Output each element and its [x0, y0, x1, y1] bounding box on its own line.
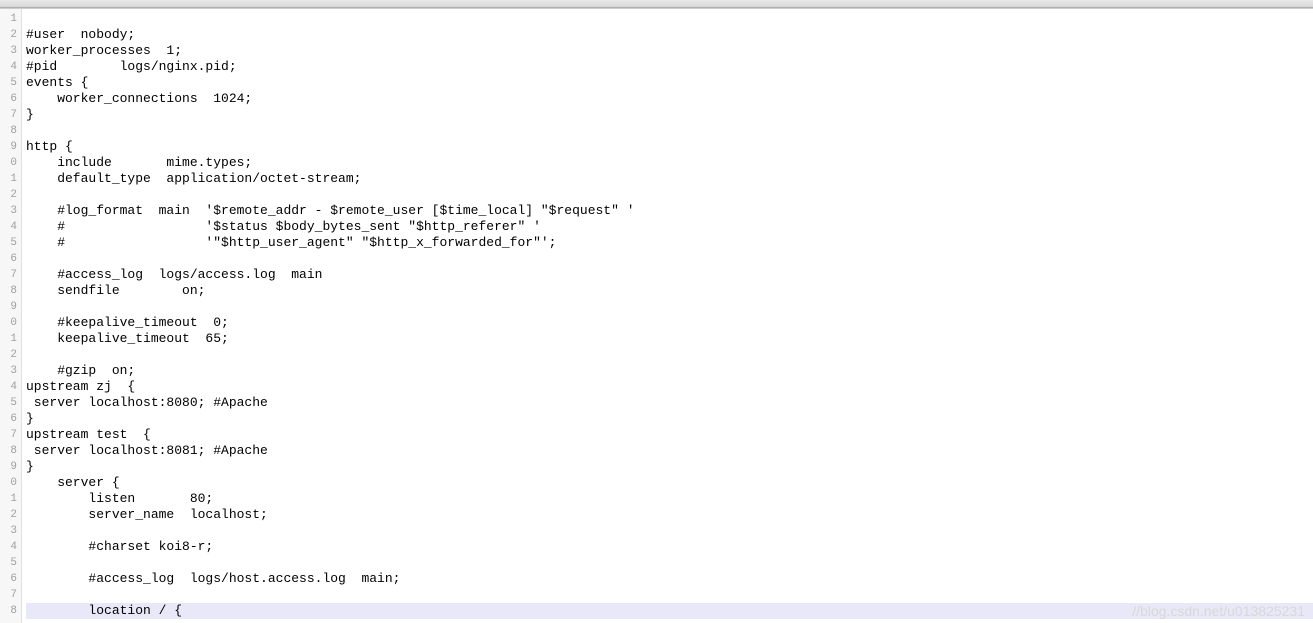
code-line[interactable]: server_name localhost;	[26, 507, 1313, 523]
line-number: 9	[0, 459, 17, 475]
code-line[interactable]: location / {	[26, 603, 1313, 619]
line-number: 2	[0, 507, 17, 523]
line-number: 1	[0, 331, 17, 347]
code-line[interactable]: worker_connections 1024;	[26, 91, 1313, 107]
code-line[interactable]	[26, 523, 1313, 539]
code-line[interactable]	[26, 347, 1313, 363]
line-number: 4	[0, 59, 17, 75]
code-line[interactable]: upstream test {	[26, 427, 1313, 443]
line-number: 2	[0, 347, 17, 363]
code-line[interactable]: sendfile on;	[26, 283, 1313, 299]
line-number: 3	[0, 203, 17, 219]
line-number: 6	[0, 91, 17, 107]
code-line[interactable]: #access_log logs/host.access.log main;	[26, 571, 1313, 587]
line-number-gutter: 12345678901234567890123456789012345678	[0, 9, 22, 623]
tab-bar	[0, 0, 1313, 8]
line-number: 7	[0, 107, 17, 123]
line-number: 4	[0, 539, 17, 555]
line-number: 5	[0, 235, 17, 251]
code-line[interactable]: #charset koi8-r;	[26, 539, 1313, 555]
code-line[interactable]: #pid logs/nginx.pid;	[26, 59, 1313, 75]
line-number: 1	[0, 171, 17, 187]
editor: 12345678901234567890123456789012345678 #…	[0, 8, 1313, 623]
line-number: 4	[0, 219, 17, 235]
code-line[interactable]	[26, 11, 1313, 27]
code-line[interactable]: #log_format main '$remote_addr - $remote…	[26, 203, 1313, 219]
line-number: 2	[0, 27, 17, 43]
line-number: 6	[0, 571, 17, 587]
line-number: 6	[0, 251, 17, 267]
line-number: 8	[0, 443, 17, 459]
line-number: 8	[0, 603, 17, 619]
line-number: 6	[0, 411, 17, 427]
line-number: 7	[0, 587, 17, 603]
line-number: 7	[0, 267, 17, 283]
code-line[interactable]: default_type application/octet-stream;	[26, 171, 1313, 187]
code-area[interactable]: #user nobody;worker_processes 1;#pid log…	[22, 9, 1313, 623]
code-line[interactable]: #access_log logs/access.log main	[26, 267, 1313, 283]
code-line[interactable]: events {	[26, 75, 1313, 91]
line-number: 9	[0, 299, 17, 315]
code-line[interactable]: worker_processes 1;	[26, 43, 1313, 59]
code-line[interactable]	[26, 555, 1313, 571]
line-number: 5	[0, 75, 17, 91]
code-line[interactable]: #user nobody;	[26, 27, 1313, 43]
code-line[interactable]: listen 80;	[26, 491, 1313, 507]
code-line[interactable]: http {	[26, 139, 1313, 155]
code-line[interactable]: #gzip on;	[26, 363, 1313, 379]
line-number: 2	[0, 187, 17, 203]
code-line[interactable]: }	[26, 411, 1313, 427]
code-line[interactable]	[26, 251, 1313, 267]
line-number: 8	[0, 123, 17, 139]
line-number: 5	[0, 555, 17, 571]
code-line[interactable]	[26, 187, 1313, 203]
code-line[interactable]: upstream zj {	[26, 379, 1313, 395]
line-number: 3	[0, 523, 17, 539]
line-number: 5	[0, 395, 17, 411]
code-line[interactable]: }	[26, 459, 1313, 475]
code-line[interactable]: keepalive_timeout 65;	[26, 331, 1313, 347]
line-number: 3	[0, 363, 17, 379]
code-line[interactable]: server {	[26, 475, 1313, 491]
code-line[interactable]	[26, 299, 1313, 315]
code-line[interactable]: server localhost:8081; #Apache	[26, 443, 1313, 459]
line-number: 0	[0, 475, 17, 491]
line-number: 0	[0, 155, 17, 171]
code-line[interactable]	[26, 587, 1313, 603]
line-number: 3	[0, 43, 17, 59]
code-line[interactable]: # '$status $body_bytes_sent "$http_refer…	[26, 219, 1313, 235]
line-number: 8	[0, 283, 17, 299]
line-number: 9	[0, 139, 17, 155]
line-number: 4	[0, 379, 17, 395]
code-line[interactable]: include mime.types;	[26, 155, 1313, 171]
code-line[interactable]: # '"$http_user_agent" "$http_x_forwarded…	[26, 235, 1313, 251]
line-number: 1	[0, 491, 17, 507]
line-number: 1	[0, 11, 17, 27]
code-line[interactable]: }	[26, 107, 1313, 123]
code-line[interactable]: server localhost:8080; #Apache	[26, 395, 1313, 411]
line-number: 0	[0, 315, 17, 331]
line-number: 7	[0, 427, 17, 443]
code-line[interactable]: #keepalive_timeout 0;	[26, 315, 1313, 331]
code-line[interactable]	[26, 123, 1313, 139]
